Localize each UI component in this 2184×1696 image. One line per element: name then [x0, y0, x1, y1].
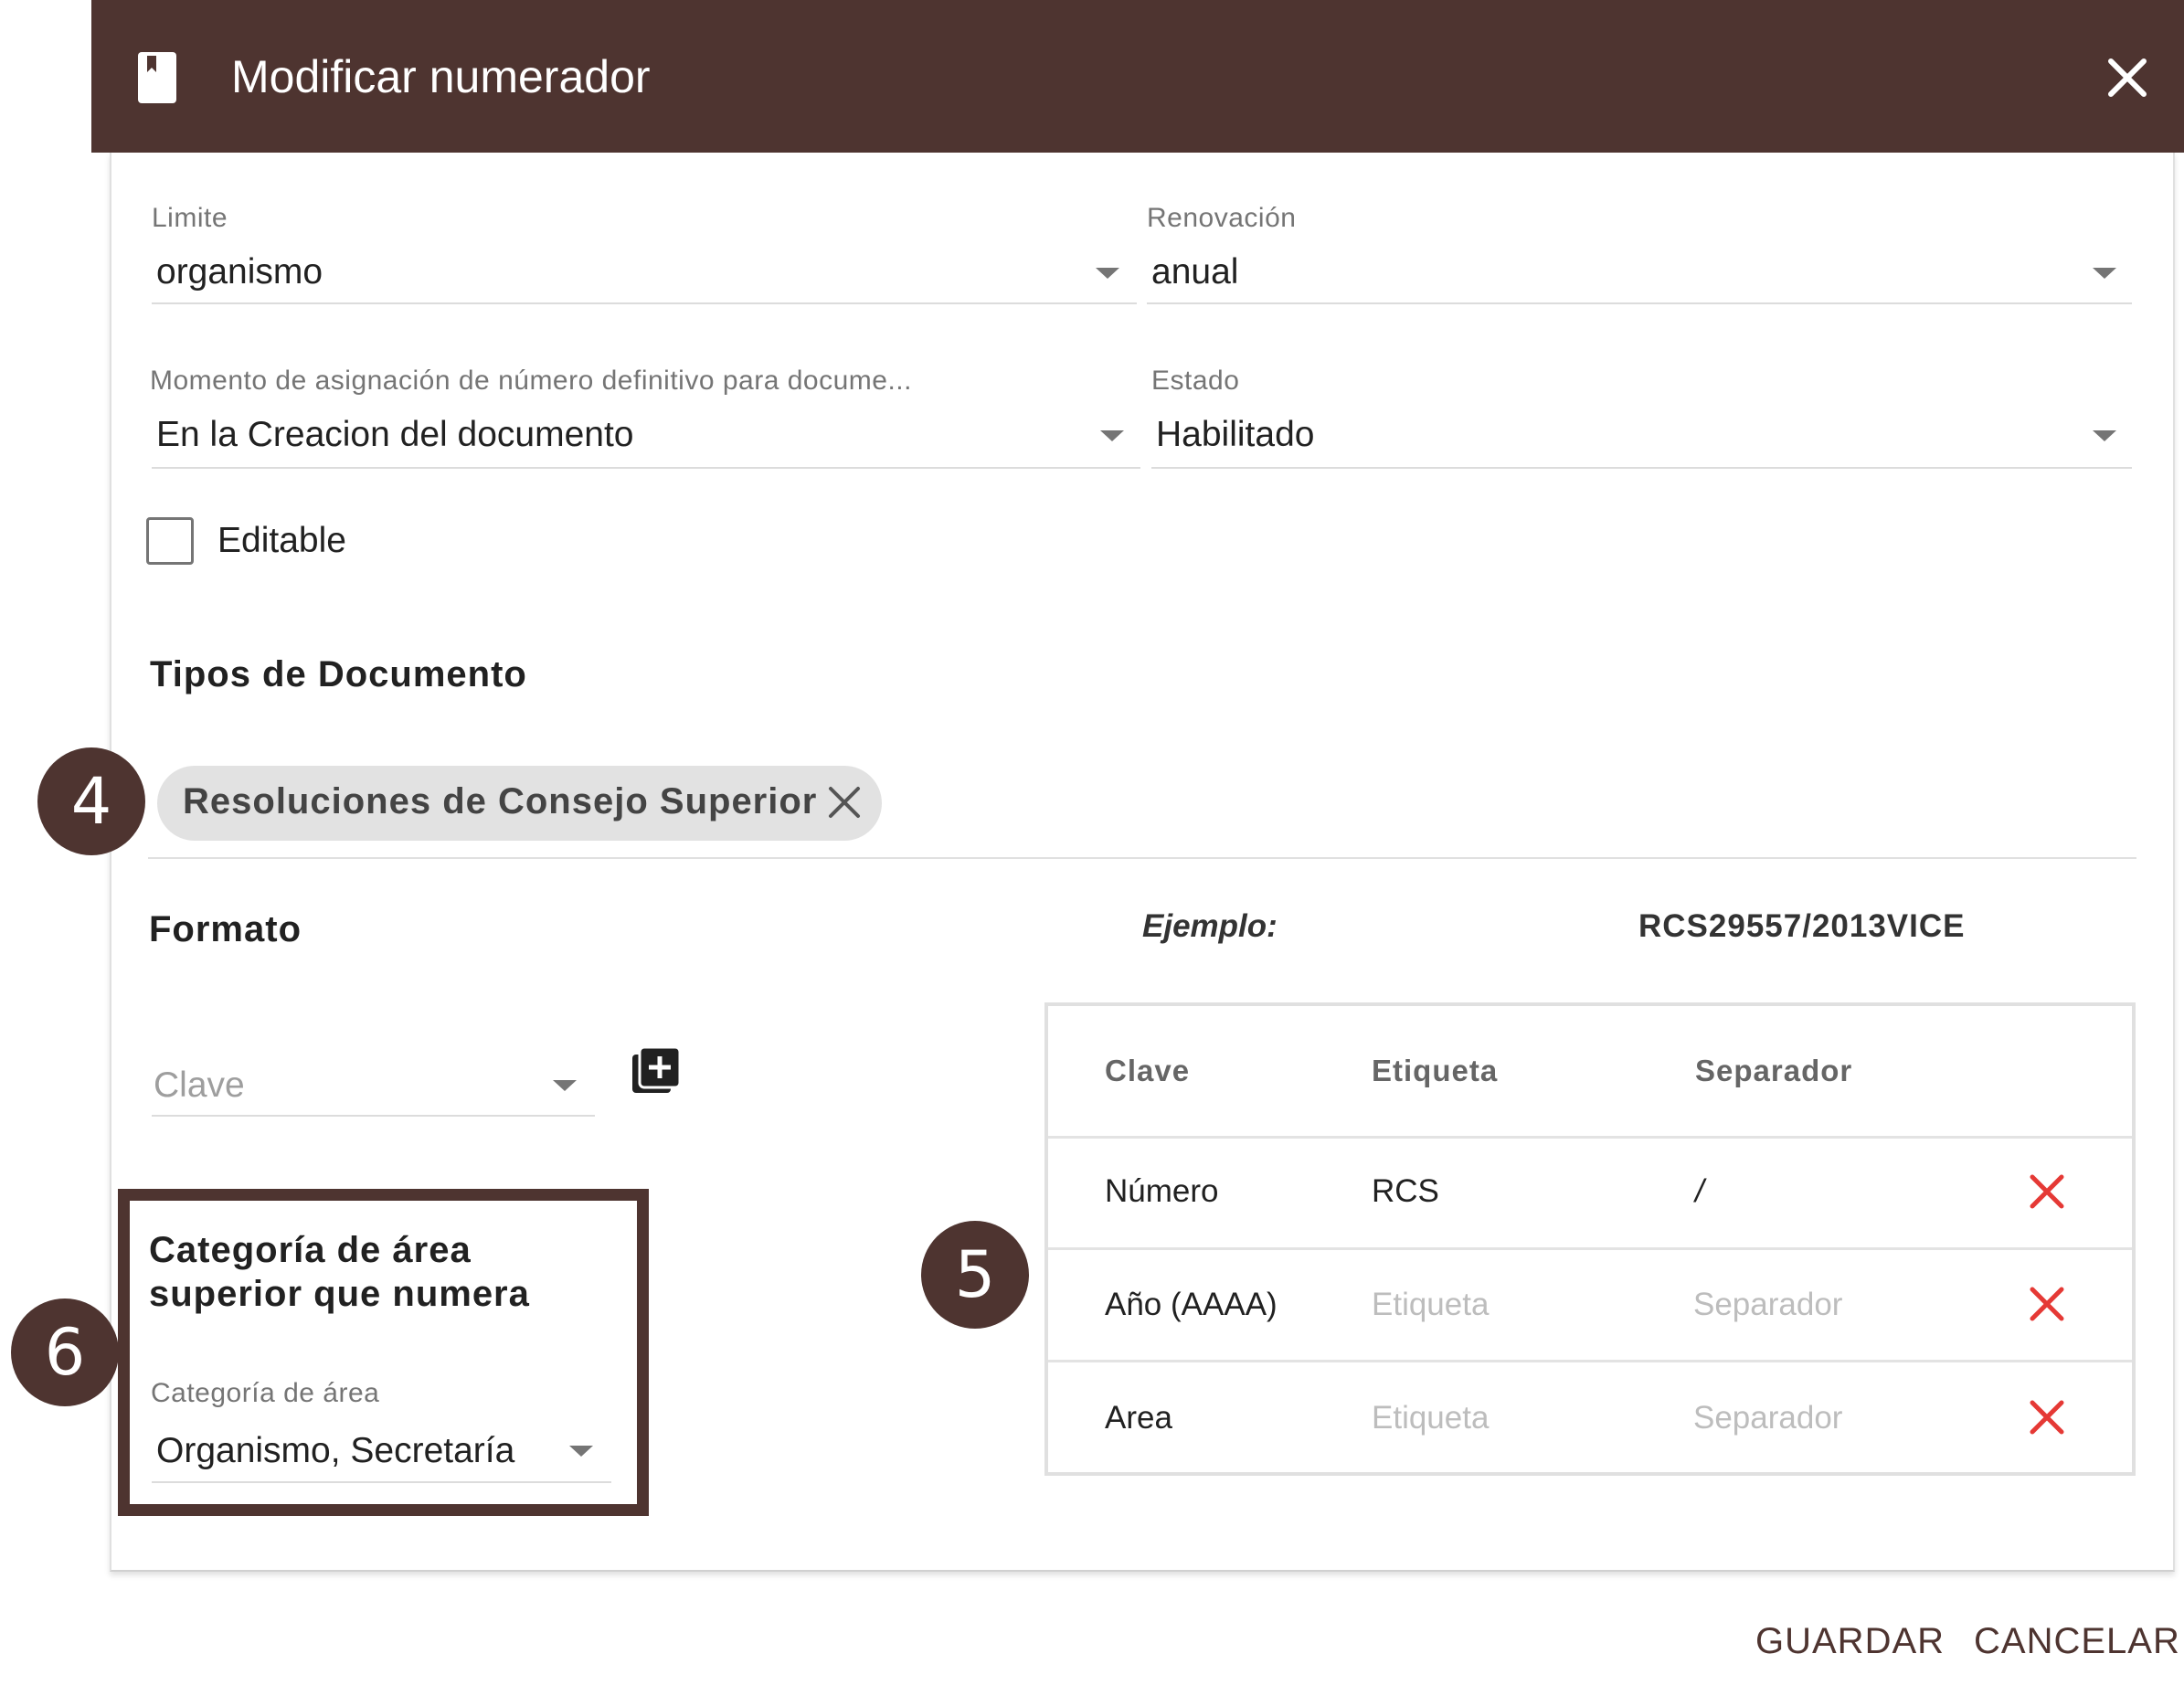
estado-select[interactable]: Habilitado — [1156, 415, 1314, 455]
chip-label: Resoluciones de Consejo Superior — [183, 781, 818, 822]
add-to-queue-icon[interactable] — [631, 1045, 682, 1097]
editable-label: Editable — [217, 521, 346, 560]
row-clave: Año (AAAA) — [1105, 1287, 1278, 1322]
momento-label: Momento de asignación de número definiti… — [150, 366, 912, 396]
chevron-down-icon[interactable] — [2093, 268, 2116, 279]
etiqueta-input[interactable]: Etiqueta — [1372, 1400, 1489, 1436]
row-divider — [1048, 1136, 2132, 1139]
momento-select[interactable]: En la Creacion del documento — [156, 415, 633, 455]
clave-select[interactable]: Clave — [154, 1065, 245, 1106]
delete-icon[interactable] — [2027, 1171, 2067, 1212]
delete-icon[interactable] — [2027, 1397, 2067, 1437]
categoria-title: Categoría de área superior que numera — [149, 1228, 530, 1316]
editable-checkbox[interactable] — [146, 517, 194, 565]
column-header-separador: Separador — [1695, 1054, 1853, 1087]
row-divider — [1048, 1360, 2132, 1362]
book-icon — [138, 52, 176, 103]
column-header-clave: Clave — [1105, 1054, 1191, 1087]
renovacion-select[interactable]: anual — [1151, 252, 1238, 292]
row-clave: Area — [1105, 1400, 1172, 1436]
row-clave: Número — [1105, 1173, 1219, 1209]
column-header-etiqueta: Etiqueta — [1372, 1054, 1499, 1087]
remove-chip-icon[interactable] — [826, 784, 863, 821]
callout-badge-6: 6 — [11, 1298, 119, 1406]
example-label: Ejemplo: — [1142, 908, 1278, 944]
clave-underline — [152, 1115, 595, 1117]
limite-select[interactable]: organismo — [156, 252, 323, 292]
dialog-header: Modificar numerador — [91, 0, 2184, 153]
renovacion-label: Renovación — [1147, 203, 1297, 233]
estado-label: Estado — [1151, 366, 1240, 396]
chevron-down-icon[interactable] — [569, 1446, 593, 1457]
chevron-down-icon[interactable] — [553, 1080, 577, 1091]
categoria-title-line2: superior que numera — [149, 1274, 530, 1314]
categoria-select[interactable]: Organismo, Secretaría — [156, 1431, 514, 1471]
document-type-chip: Resoluciones de Consejo Superior — [157, 766, 882, 841]
categoria-label: Categoría de área — [151, 1378, 380, 1408]
categoria-underline — [152, 1481, 611, 1483]
tipos-documento-title: Tipos de Documento — [150, 654, 527, 694]
cancel-button[interactable]: CANCELAR — [1974, 1621, 2180, 1662]
limite-underline — [152, 302, 1137, 304]
separador-input[interactable]: / — [1695, 1173, 1704, 1210]
dialog-title: Modificar numerador — [231, 51, 651, 102]
format-table — [1044, 1002, 2136, 1476]
separador-input[interactable]: Separador — [1693, 1287, 1842, 1323]
etiqueta-input[interactable]: Etiqueta — [1372, 1287, 1489, 1323]
limite-label: Limite — [152, 203, 228, 233]
chevron-down-icon[interactable] — [1096, 268, 1119, 279]
categoria-title-line1: Categoría de área — [149, 1230, 472, 1270]
save-button[interactable]: GUARDAR — [1755, 1621, 1945, 1662]
example-value: RCS29557/2013VICE — [1638, 908, 1966, 944]
section-divider — [148, 857, 2136, 859]
estado-underline — [1151, 467, 2132, 469]
formato-title: Formato — [149, 909, 302, 949]
chevron-down-icon[interactable] — [1100, 430, 1124, 441]
callout-badge-5: 5 — [921, 1221, 1029, 1329]
delete-icon[interactable] — [2027, 1284, 2067, 1324]
callout-badge-4: 4 — [37, 747, 145, 855]
momento-underline — [152, 467, 1140, 469]
row-divider — [1048, 1247, 2132, 1250]
separador-input[interactable]: Separador — [1693, 1400, 1842, 1436]
chevron-down-icon[interactable] — [2093, 430, 2116, 441]
renovacion-underline — [1147, 302, 2132, 304]
etiqueta-input[interactable]: RCS — [1372, 1173, 1439, 1210]
close-icon[interactable] — [2102, 52, 2153, 103]
